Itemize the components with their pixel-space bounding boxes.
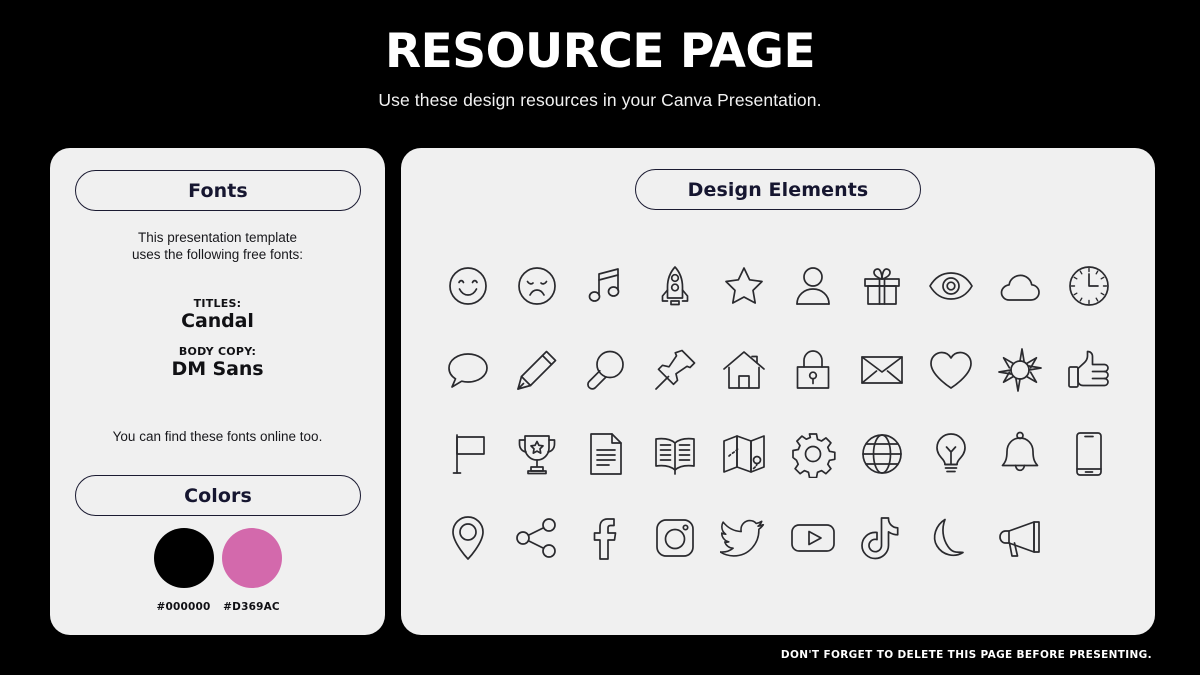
titles-font-name: Candal (181, 310, 254, 332)
megaphone-icon[interactable] (992, 510, 1048, 566)
rocket-icon[interactable] (647, 258, 703, 314)
flag-icon[interactable] (440, 426, 496, 482)
color-swatch-hex-label: #D369AC (223, 601, 280, 613)
document-icon[interactable] (578, 426, 634, 482)
delete-page-warning: DON'T FORGET TO DELETE THIS PAGE BEFORE … (780, 649, 1152, 661)
color-swatch-dot (153, 528, 214, 588)
twitter-icon[interactable] (716, 510, 772, 566)
facebook-icon[interactable] (578, 510, 634, 566)
color-swatch-list: #000000 #D369AC (50, 528, 385, 613)
thumbs-up-icon[interactable] (1061, 342, 1117, 398)
tiktok-icon[interactable] (854, 510, 910, 566)
color-swatch-dot (221, 528, 282, 588)
pencil-icon[interactable] (509, 342, 565, 398)
slide-header: RESOURCE PAGE Use these design resources… (0, 0, 1200, 111)
push-pin-icon[interactable] (647, 342, 703, 398)
body-font-name: DM Sans (171, 358, 264, 380)
star-icon[interactable] (716, 258, 772, 314)
colors-heading-label: Colors (184, 484, 252, 507)
page-subtitle: Use these design resources in your Canva… (378, 89, 822, 110)
magnifier-icon[interactable] (578, 342, 634, 398)
fonts-heading-pill[interactable]: Fonts (75, 170, 361, 211)
youtube-icon[interactable] (785, 510, 841, 566)
design-elements-heading-label: Design Elements (687, 178, 869, 201)
titles-font-label: TITLES: (193, 297, 242, 310)
eye-icon[interactable] (923, 258, 979, 314)
open-book-icon[interactable] (647, 426, 703, 482)
body-font-label: BODY COPY: (178, 345, 257, 358)
smiley-face-icon[interactable] (440, 258, 496, 314)
slide-canvas: RESOURCE PAGE Use these design resources… (0, 0, 1200, 675)
fonts-online-note: You can find these fonts online too. (112, 429, 323, 444)
gear-icon[interactable] (785, 426, 841, 482)
sad-face-icon[interactable] (509, 258, 565, 314)
body-font-block: BODY COPY: DM Sans (50, 345, 385, 380)
map-icon[interactable] (716, 426, 772, 482)
fonts-and-colors-panel: Fonts This presentation template uses th… (50, 148, 385, 635)
user-icon[interactable] (785, 258, 841, 314)
fonts-intro-text: This presentation template uses the foll… (50, 229, 385, 264)
page-title: RESOURCE PAGE (384, 24, 816, 79)
titles-font-block: TITLES: Candal (50, 297, 385, 332)
instagram-icon[interactable] (647, 510, 703, 566)
bell-icon[interactable] (992, 426, 1048, 482)
fonts-heading-label: Fonts (188, 179, 248, 202)
lightbulb-icon[interactable] (923, 426, 979, 482)
color-swatch[interactable]: #000000 (153, 528, 215, 613)
design-elements-icon-grid (433, 244, 1123, 580)
trophy-icon[interactable] (509, 426, 565, 482)
lock-icon[interactable] (785, 342, 841, 398)
colors-heading-pill[interactable]: Colors (75, 475, 361, 516)
moon-icon[interactable] (923, 510, 979, 566)
sun-icon[interactable] (992, 342, 1048, 398)
music-note-icon[interactable] (578, 258, 634, 314)
envelope-icon[interactable] (854, 342, 910, 398)
house-icon[interactable] (716, 342, 772, 398)
share-icon[interactable] (509, 510, 565, 566)
location-pin-icon[interactable] (440, 510, 496, 566)
clock-icon[interactable] (1061, 258, 1117, 314)
design-elements-heading-pill[interactable]: Design Elements (635, 169, 921, 210)
design-elements-panel: Design Elements (401, 148, 1155, 635)
speech-bubble-icon[interactable] (440, 342, 496, 398)
color-swatch-hex-label: #000000 (156, 601, 211, 613)
gift-icon[interactable] (854, 258, 910, 314)
fonts-intro-line-2: uses the following free fonts: (131, 247, 304, 263)
smartphone-icon[interactable] (1061, 426, 1117, 482)
cloud-icon[interactable] (992, 258, 1048, 314)
heart-icon[interactable] (923, 342, 979, 398)
fonts-intro-line-1: This presentation template (137, 230, 298, 245)
color-swatch[interactable]: #D369AC (221, 528, 283, 613)
globe-icon[interactable] (854, 426, 910, 482)
